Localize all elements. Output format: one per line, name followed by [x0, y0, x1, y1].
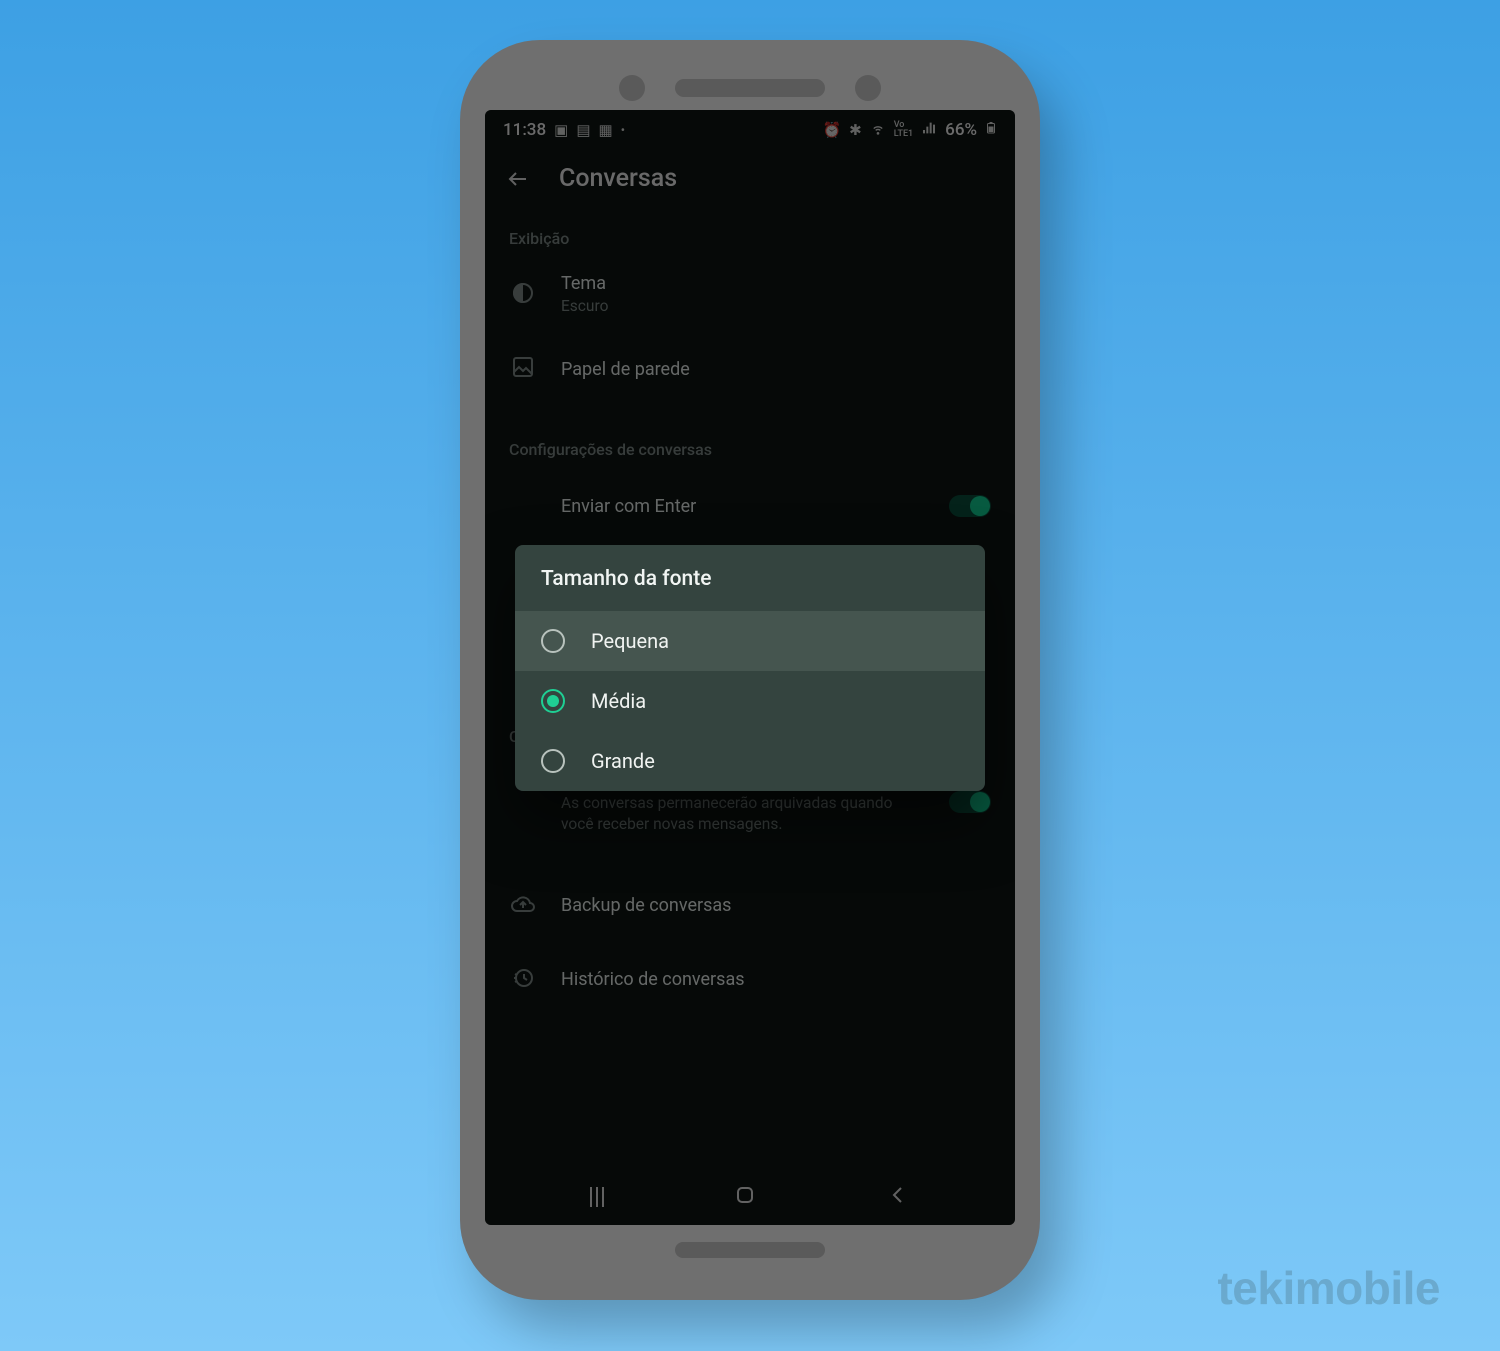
- app-icon-board: ▦: [599, 121, 613, 139]
- font-option-small-label: Pequena: [591, 629, 669, 653]
- row-history-title: Histórico de conversas: [561, 969, 991, 990]
- phone-top-bezel: [485, 65, 1015, 110]
- font-size-dialog: Tamanho da fonte Pequena Média Grande: [515, 545, 985, 791]
- font-option-medium[interactable]: Média: [515, 671, 985, 731]
- cloud-backup-icon: [509, 892, 537, 920]
- font-option-small[interactable]: Pequena: [515, 611, 985, 671]
- screen: 11:38 ▣ ▤ ▦ • ⏰ ✱ VoLTE1 66%: [485, 110, 1015, 1225]
- nav-home-button[interactable]: [733, 1183, 757, 1211]
- app-bar: Conversas: [485, 146, 1015, 215]
- dialog-title: Tamanho da fonte: [515, 545, 985, 611]
- watermark: tekimobile: [1217, 1261, 1440, 1315]
- battery-icon: [985, 120, 997, 140]
- font-option-large[interactable]: Grande: [515, 731, 985, 791]
- section-header-chat: Configurações de conversas: [485, 426, 1015, 469]
- row-wallpaper[interactable]: Papel de parede: [485, 332, 1015, 406]
- nav-bar: [485, 1169, 1015, 1225]
- history-icon: [509, 966, 537, 994]
- wifi-icon: [870, 120, 886, 140]
- font-option-medium-label: Média: [591, 689, 646, 713]
- status-battery: 66%: [945, 120, 977, 140]
- row-backup-title: Backup de conversas: [561, 895, 991, 916]
- enter-send-toggle[interactable]: [949, 495, 991, 517]
- phone-bottom-bezel: [485, 1225, 1015, 1275]
- status-time: 11:38: [503, 120, 546, 140]
- row-backup[interactable]: Backup de conversas: [485, 869, 1015, 943]
- gallery-icon: ▣: [554, 121, 568, 139]
- alarm-icon: ⏰: [822, 121, 841, 139]
- more-notifications-icon: •: [621, 123, 625, 137]
- row-keep-sub: As conversas permanecerão arquivadas qua…: [561, 793, 925, 835]
- row-enter-title: Enviar com Enter: [561, 496, 925, 517]
- back-button[interactable]: [505, 166, 531, 192]
- radio-icon: [541, 629, 565, 653]
- row-wallpaper-title: Papel de parede: [561, 359, 991, 380]
- section-header-display: Exibição: [485, 215, 1015, 258]
- nav-recent-button[interactable]: [590, 1187, 604, 1207]
- radio-icon-selected: [541, 689, 565, 713]
- theme-icon: [509, 281, 537, 309]
- row-theme-title: Tema: [561, 273, 991, 294]
- row-theme[interactable]: Tema Escuro: [485, 258, 1015, 332]
- phone-frame: 11:38 ▣ ▤ ▦ • ⏰ ✱ VoLTE1 66%: [460, 40, 1040, 1300]
- font-option-large-label: Grande: [591, 749, 655, 773]
- row-theme-value: Escuro: [561, 296, 991, 317]
- status-bar: 11:38 ▣ ▤ ▦ • ⏰ ✱ VoLTE1 66%: [485, 110, 1015, 146]
- wallpaper-icon: [509, 355, 537, 383]
- app-icon-nu: ▤: [576, 121, 590, 139]
- page-title: Conversas: [559, 164, 677, 193]
- volte-icon: VoLTE1: [894, 121, 913, 139]
- row-enter-send[interactable]: Enviar com Enter: [485, 469, 1015, 543]
- signal-icon: [921, 120, 937, 140]
- radio-icon: [541, 749, 565, 773]
- row-history[interactable]: Histórico de conversas: [485, 943, 1015, 1017]
- nav-back-button[interactable]: [886, 1183, 910, 1211]
- bluetooth-icon: ✱: [849, 121, 862, 139]
- keep-archived-toggle[interactable]: [949, 791, 991, 813]
